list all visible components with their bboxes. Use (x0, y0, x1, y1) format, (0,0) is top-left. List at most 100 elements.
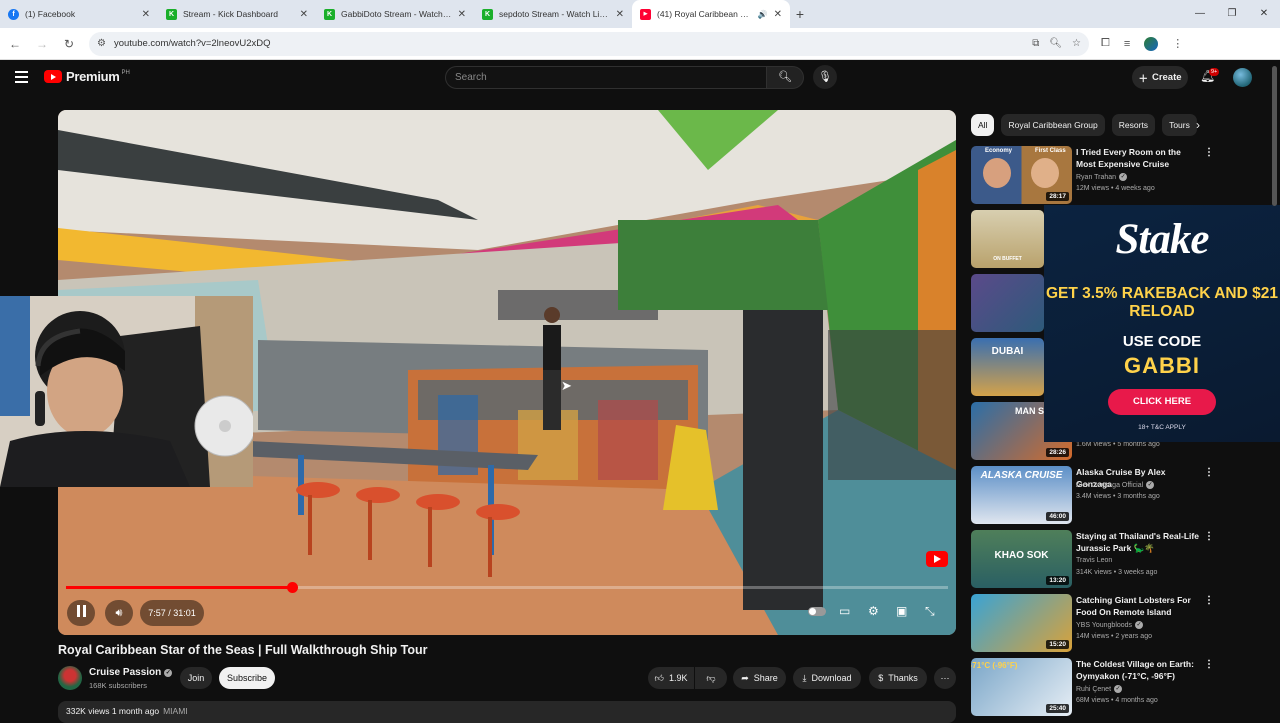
download-button[interactable]: ⤓ Download (793, 667, 861, 689)
like-button[interactable]: 👍︎ 1.9K (648, 667, 694, 689)
browser-tab-kick-dashboard[interactable]: K Stream - Kick Dashboard ✕ (158, 0, 316, 28)
rec-channel[interactable]: Ryan Trahan ✓ (1076, 173, 1128, 181)
recommendation-item[interactable]: 15:20 Catching Giant Lobsters For Food O… (971, 594, 1214, 654)
zoom-icon[interactable]: 🔍︎ (1049, 38, 1062, 49)
tab-close-icon[interactable]: ✕ (142, 9, 150, 20)
recommendation-item[interactable]: KHAO SOK 13:20 Staying at Thailand's Rea… (971, 530, 1214, 590)
dislike-button[interactable]: 👎︎ (695, 667, 727, 689)
install-app-icon[interactable]: ⧉ (1032, 38, 1039, 49)
media-controls-icon[interactable]: ≡ (1124, 38, 1130, 50)
ad-click-here-button[interactable]: CLICK HERE (1108, 389, 1216, 415)
video-thumbnail[interactable]: Economy First Class 28:17 (971, 146, 1072, 204)
chips-next-chevron-icon[interactable]: › (1189, 114, 1207, 136)
share-icon: ➦ (741, 672, 749, 683)
omnibox-actions: ⧉ 🔍︎ ☆ (1032, 38, 1081, 49)
fullscreen-icon[interactable]: ⤡ (925, 604, 935, 619)
speaker-icon[interactable]: 🔊 (758, 10, 768, 19)
browser-tab-sepdoto[interactable]: K sepdoto Stream - Watch Live on ✕ (474, 0, 632, 28)
stake-ad-overlay[interactable]: Stake GET 3.5% RAKEBACK AND $21 RELOAD U… (1044, 205, 1280, 442)
streamer-webcam-image (0, 296, 253, 487)
create-button[interactable]: ＋ Create (1132, 66, 1188, 89)
youtube-watermark-icon[interactable] (926, 551, 948, 567)
volume-button[interactable]: 🔊︎ (105, 600, 133, 626)
new-tab-button[interactable]: + (790, 6, 810, 22)
video-thumbnail[interactable]: 15:20 (971, 594, 1072, 652)
url-field[interactable]: ⚙ youtube.com/watch?v=2lneovU2xDQ ⧉ 🔍︎ ☆ (89, 31, 1089, 56)
subscribe-button[interactable]: Subscribe (219, 667, 275, 689)
site-info-icon[interactable]: ⚙ (97, 38, 106, 49)
video-thumbnail[interactable]: DUBAI (971, 338, 1044, 396)
video-thumbnail[interactable]: ALASKA CRUISE 46:00 (971, 466, 1072, 524)
bookmark-star-icon[interactable]: ☆ (1072, 38, 1081, 49)
rec-title[interactable]: I Tried Every Room on the Most Expensive… (1076, 146, 1200, 170)
browser-tab-youtube[interactable]: ▶ (41) Royal Caribbean Star of 🔊 ✕ (632, 0, 790, 28)
subtitles-icon[interactable]: ▭ (839, 604, 850, 618)
rec-title[interactable]: The Coldest Village on Earth: Oymyakon (… (1076, 658, 1200, 682)
minimize-icon[interactable]: — (1184, 0, 1216, 28)
channel-avatar[interactable] (58, 666, 82, 690)
rec-channel[interactable]: YBS Youngbloods ✓ (1076, 621, 1144, 629)
chip-all[interactable]: All (971, 114, 995, 136)
recommendation-item[interactable]: -71°C (-96°F) 25:40 The Coldest Village … (971, 658, 1214, 718)
restore-icon[interactable]: ❐ (1216, 0, 1248, 28)
recommendation-item[interactable]: Economy First Class 28:17 I Tried Every … (971, 146, 1214, 206)
more-vert-icon[interactable]: ⋮ (1204, 147, 1214, 158)
share-button[interactable]: ➦ Share (733, 667, 786, 689)
tab-close-icon[interactable]: ✕ (458, 9, 466, 20)
more-vert-icon[interactable]: ⋮ (1204, 595, 1214, 606)
menu-icon[interactable] (15, 71, 28, 83)
rec-channel[interactable]: Travis Leon (1076, 557, 1112, 564)
search-button[interactable]: 🔍︎ (766, 66, 804, 89)
scrubber-knob[interactable] (287, 582, 299, 593)
theater-mode-icon[interactable]: ▣ (896, 604, 907, 618)
autoplay-toggle[interactable] (808, 607, 826, 616)
tab-title: (1) Facebook (25, 9, 76, 19)
reload-icon[interactable]: ↻ (57, 37, 81, 51)
youtube-logo[interactable]: Premium PH (44, 69, 130, 84)
chip-resorts[interactable]: Resorts (1111, 114, 1156, 136)
browser-menu-icon[interactable]: ⋮ (1172, 37, 1183, 50)
thumb-label: -71°C (-96°F) (971, 661, 1018, 670)
extensions-icon[interactable]: ⧠ (1101, 37, 1110, 50)
account-avatar[interactable] (1233, 68, 1252, 87)
join-button[interactable]: Join (180, 667, 212, 689)
channel-name-text: Cruise Passion (89, 667, 162, 678)
location-tag[interactable]: MIAMI (163, 706, 188, 716)
video-thumbnail[interactable]: ON BUFFET (971, 210, 1044, 268)
rec-channel-text: Ruhi Çenet (1076, 686, 1112, 693)
voice-search-button[interactable]: 🎙︎ (813, 65, 837, 89)
search-input[interactable]: Search (445, 66, 767, 89)
more-actions-button[interactable]: ⋯ (934, 667, 956, 689)
profile-avatar[interactable] (1144, 36, 1159, 51)
youtube-header: Premium PH Search 🔍︎ 🎙︎ ＋ Create 🔔︎ 9+ (0, 60, 1280, 96)
settings-gear-icon[interactable]: ⚙ (868, 604, 879, 618)
progress-bar[interactable] (66, 582, 948, 593)
close-window-icon[interactable]: ✕ (1248, 0, 1280, 28)
video-thumbnail[interactable]: KHAO SOK 13:20 (971, 530, 1072, 588)
channel-name[interactable]: Cruise Passion ✓ (89, 667, 173, 678)
back-icon[interactable]: ← (3, 37, 27, 51)
rec-channel[interactable]: Alex Gonzaga Official ✓ (1076, 481, 1155, 489)
rec-title[interactable]: Staying at Thailand's Real-Life Jurassic… (1076, 530, 1200, 554)
thanks-button[interactable]: $ Thanks (869, 667, 927, 689)
browser-tab-gabbidoto[interactable]: K GabbiDoto Stream - Watch Live ✕ (316, 0, 474, 28)
more-vert-icon[interactable]: ⋮ (1204, 659, 1214, 670)
rec-meta: 12M views • 4 weeks ago (1076, 185, 1155, 192)
pause-button[interactable] (67, 600, 95, 626)
more-vert-icon[interactable]: ⋮ (1204, 531, 1214, 542)
video-thumbnail[interactable]: -71°C (-96°F) 25:40 (971, 658, 1072, 716)
video-thumbnail[interactable] (971, 274, 1044, 332)
kick-favicon-icon: K (166, 8, 177, 20)
recommendation-item[interactable]: ALASKA CRUISE 46:00 Alaska Cruise By Ale… (971, 466, 1214, 526)
tab-close-icon[interactable]: ✕ (616, 9, 624, 20)
rec-title[interactable]: Catching Giant Lobsters For Food On Remo… (1076, 594, 1200, 618)
forward-icon[interactable]: → (30, 37, 54, 51)
more-horizontal-icon: ⋯ (940, 672, 950, 683)
browser-tab-facebook[interactable]: f (1) Facebook ✕ (0, 0, 158, 28)
more-vert-icon[interactable]: ⋮ (1204, 467, 1214, 478)
rec-channel[interactable]: Ruhi Çenet ✓ (1076, 685, 1123, 693)
tab-close-icon[interactable]: ✕ (300, 9, 308, 20)
page-scrollbar[interactable] (1272, 66, 1277, 206)
chip-royal-caribbean[interactable]: Royal Caribbean Group (1001, 114, 1105, 136)
tab-close-icon[interactable]: ✕ (774, 9, 782, 20)
